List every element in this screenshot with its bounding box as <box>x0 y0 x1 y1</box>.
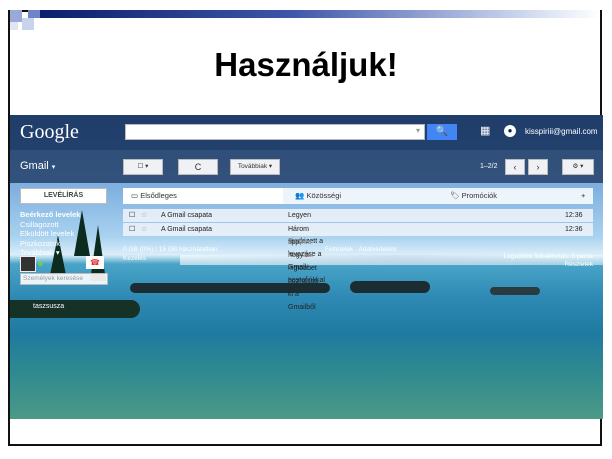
avatar[interactable] <box>20 256 36 272</box>
tab-promotions[interactable]: 🏷 Promóciók <box>438 188 578 204</box>
nav-item-sent[interactable]: Elküldött levelek <box>20 230 74 238</box>
foreground-rock <box>10 300 140 318</box>
tab-promotions-label: Promóciók <box>461 191 498 200</box>
details-link[interactable]: Részletek <box>564 261 593 268</box>
prev-page-button[interactable]: ‹ <box>505 159 525 175</box>
tab-primary-label: Elsődleges <box>140 191 177 200</box>
search-input[interactable]: ▾ <box>125 124 425 140</box>
email-row[interactable]: ☐ ☆ A Gmail csapata Három tipp, hogy a l… <box>123 223 593 311</box>
account-email[interactable]: kisspiriii@gmail.com <box>525 127 598 136</box>
select-checkbox-button[interactable]: ☐ ▾ <box>123 159 163 175</box>
email-time: 12:36 <box>565 212 583 219</box>
manage-storage-link[interactable]: Kezelés <box>123 255 146 262</box>
tab-social-label: Közösségi <box>306 191 342 200</box>
title-gradient-bar <box>40 10 600 18</box>
apps-grid-icon[interactable]: ▦ <box>480 124 490 137</box>
nav-item-drafts[interactable]: Piszkozatok <box>20 240 60 248</box>
nav-item-inbox[interactable]: Beérkező levelek <box>20 211 80 219</box>
corner-decoration <box>10 22 18 30</box>
gmail-menu[interactable]: Gmail ▾ <box>20 160 55 172</box>
pager-count: 1–2/2 <box>480 163 498 170</box>
chevron-down-icon[interactable]: ▾ <box>416 126 420 135</box>
category-tabs: ▭ Elsődleges 👥 Közösségi 🏷 Promóciók + <box>123 188 593 204</box>
email-sender: A Gmail csapata <box>161 226 212 233</box>
corner-decoration <box>22 18 34 30</box>
gear-icon: ⚙ <box>572 163 579 170</box>
people-icon: 👥 <box>295 191 305 200</box>
shore-rocks <box>490 287 540 295</box>
checkbox[interactable]: ☐ <box>129 209 135 222</box>
tab-social[interactable]: 👥 Közösségi <box>283 188 438 204</box>
star-icon[interactable]: ☆ <box>141 209 147 222</box>
shore-rocks <box>350 281 430 293</box>
nav-item-starred[interactable]: Csillagozott <box>20 221 59 229</box>
next-page-button[interactable]: › <box>528 159 548 175</box>
compose-button[interactable]: LEVÉLÍRÁS <box>20 188 107 204</box>
email-snippet: - Kedves Piroskal 1 <box>288 226 313 272</box>
slide-title: Használjuk! <box>214 46 398 83</box>
more-label: Továbbiak <box>237 163 268 170</box>
gmail-label: Gmail <box>20 160 49 172</box>
google-logo[interactable]: Google <box>20 121 79 144</box>
last-activity: Legutóbbi fiókaktivitás: 6 perce <box>503 253 593 260</box>
storage-usage: 0 GB (0%) / 15 GB használatban <box>123 246 218 253</box>
add-tab-button[interactable]: + <box>581 188 593 204</box>
hangouts-icon[interactable]: ☎ <box>86 256 104 269</box>
settings-button[interactable]: ⚙ ▾ <box>562 159 594 175</box>
status-dot <box>38 261 43 266</box>
search-button[interactable]: 🔍 <box>427 124 457 140</box>
email-row[interactable]: ☐ ☆ A Gmail csapata Legyen mindig rendez… <box>123 209 593 284</box>
email-sender: A Gmail csapata <box>161 212 212 219</box>
people-search-input[interactable]: Személyek keresése <box>20 273 108 285</box>
checkbox[interactable]: ☐ <box>129 223 135 236</box>
email-time: 12:36 <box>565 226 583 233</box>
refresh-button[interactable]: C <box>178 159 218 175</box>
chevron-down-icon: ▾ <box>51 164 56 171</box>
tag-icon: 🏷 <box>450 191 460 200</box>
inbox-icon: ▭ <box>131 191 139 200</box>
star-icon[interactable]: ☆ <box>141 223 147 236</box>
contact-item[interactable]: taszsusza <box>33 303 64 310</box>
corner-decoration <box>10 10 22 22</box>
corner-decoration <box>28 10 40 18</box>
footer-links[interactable]: Feltételek · Adatvédelem <box>325 246 397 253</box>
search-icon: 🔍 <box>435 126 449 137</box>
gmail-screenshot: Google ▾ 🔍 ▦ ● kisspiriii@gmail.com Gmai… <box>10 115 603 419</box>
slide: Használjuk! Google ▾ 🔍 ▦ ● kisspiriii@gm… <box>0 0 612 459</box>
tab-primary[interactable]: ▭ Elsődleges <box>123 188 283 204</box>
notifications-icon[interactable]: ● <box>504 125 516 137</box>
more-button[interactable]: Továbbiak ▾ <box>230 159 280 175</box>
